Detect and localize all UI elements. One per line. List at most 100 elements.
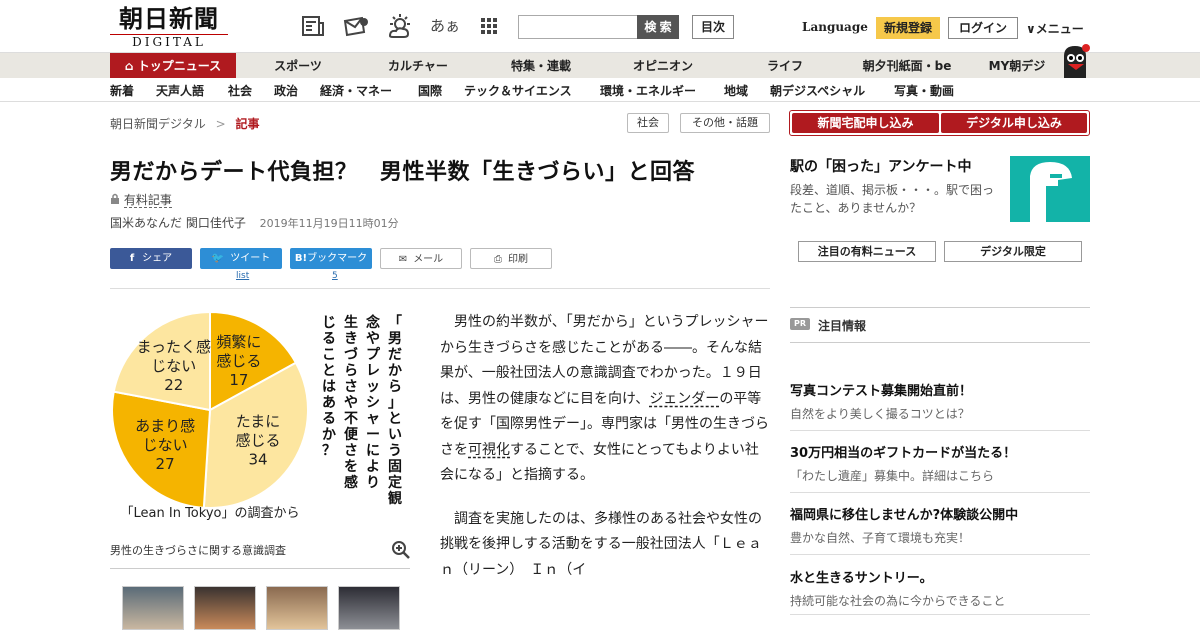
thumbnail-photo[interactable] xyxy=(266,586,328,630)
nav-photo-video[interactable]: 写真・動画 xyxy=(894,82,954,99)
newspaper-icon[interactable] xyxy=(300,14,326,38)
keyword-link-gender[interactable]: ジェンダー xyxy=(649,391,719,407)
pr-item[interactable]: 福岡県に移住しませんか?体験談公開中 豊かな自然、子育て環境も充実！ xyxy=(790,504,1090,546)
divider xyxy=(790,614,1090,615)
twitter-count[interactable]: list xyxy=(236,271,249,281)
nav-features[interactable]: 特集・連載 xyxy=(498,53,584,79)
chart-title-char: か xyxy=(322,427,336,443)
ad-title[interactable]: 駅の「困った」アンケート中 xyxy=(790,156,971,176)
pr-item[interactable]: 30万円相当のギフトカードが当たる！ 「わたし遺産」募集中。詳細はこちら xyxy=(790,442,1090,484)
nav-culture[interactable]: カルチャー xyxy=(378,53,458,79)
thumbnail-photo[interactable] xyxy=(338,586,400,630)
nav-society[interactable]: 社会 xyxy=(228,82,252,99)
divider xyxy=(790,492,1090,493)
nav-top-news[interactable]: ⌂ トップニュース xyxy=(110,53,236,79)
chart-title-char: ？ xyxy=(322,443,336,459)
paid-label-text: 有料記事 xyxy=(123,193,172,208)
chart-title-char: さ xyxy=(344,443,358,459)
hatena-bookmark-button[interactable]: B!ブックマーク xyxy=(290,248,372,269)
search-button[interactable]: 検 索 xyxy=(637,15,679,39)
nav-my-asadigi[interactable]: MY朝デジ xyxy=(982,53,1052,79)
thumbnail-photo[interactable] xyxy=(122,586,184,630)
chart-title-char: る xyxy=(322,411,336,427)
keyword-link-visualize[interactable]: 可視化 xyxy=(468,442,510,458)
nav-economy[interactable]: 経済・マネー xyxy=(320,82,392,99)
byline: 国米あなんだ 関口佳代子 2019年11月19日11時01分 xyxy=(110,214,399,231)
paid-news-button[interactable]: 注目の有料ニュース xyxy=(798,241,936,262)
pie-category-label: じない xyxy=(151,357,196,375)
figure-caption: 男性の生きづらさに関する意識調査 xyxy=(110,544,286,557)
chart-title-char: シ xyxy=(366,395,380,411)
facebook-share-button[interactable]: f シェア xyxy=(110,248,192,269)
nav-paper[interactable]: 朝夕刊紙面・be xyxy=(855,53,959,79)
zoom-icon[interactable] xyxy=(391,540,411,560)
mascot-icon[interactable] xyxy=(1058,42,1092,78)
chart-title-char: こ xyxy=(322,347,336,363)
subscribe-newspaper-button[interactable]: 新聞宅配申し込み xyxy=(792,113,939,133)
hatena-count[interactable]: 5 xyxy=(332,271,338,281)
nav-international[interactable]: 国際 xyxy=(418,82,442,99)
nav-tech-science[interactable]: テック＆サイエンス xyxy=(464,82,572,99)
subscribe-digital-button[interactable]: デジタル申し込み xyxy=(941,113,1087,133)
pie-category-label: まったく感 xyxy=(137,338,211,356)
chart-title-char: と xyxy=(322,363,336,379)
ad-image[interactable] xyxy=(1010,156,1090,222)
nav-tenseijingo[interactable]: 天声人語 xyxy=(156,82,204,99)
chart-title-char: 固 xyxy=(388,459,402,475)
lock-icon xyxy=(110,193,124,207)
paragraph: 男性の約半数が、「男だから」というプレッシャーから生きづらさを感じたことがある―… xyxy=(440,314,769,483)
chart-title-char: あ xyxy=(322,395,336,411)
chart-title-char: 」 xyxy=(388,395,402,411)
chart-title-char: か xyxy=(388,363,402,379)
tag-society[interactable]: 社会 xyxy=(627,113,669,133)
chart-title-char: 感 xyxy=(344,474,358,491)
chart-title-char: り xyxy=(366,475,380,491)
pie-category-label: 頻繁に xyxy=(216,333,261,351)
nav-new[interactable]: 新着 xyxy=(110,82,134,99)
chart-title-char: を xyxy=(344,459,358,475)
pr-item[interactable]: 水と生きるサントリー。 持続可能な社会の為に今からできること xyxy=(790,567,1090,609)
digital-only-button[interactable]: デジタル限定 xyxy=(944,241,1082,262)
breadcrumb-home[interactable]: 朝日新聞デジタル xyxy=(110,117,206,131)
divider xyxy=(790,554,1090,555)
divider xyxy=(790,430,1090,431)
logo-sub: DIGITAL xyxy=(110,34,228,49)
chart-title-char: 念 xyxy=(365,314,381,331)
breadcrumb-current: 記事 xyxy=(235,117,260,131)
primary-nav: ⌂ トップニュース スポーツ カルチャー 特集・連載 オピニオン ライフ 朝夕刊… xyxy=(0,52,1200,79)
chart-title-char: 不 xyxy=(344,411,358,427)
mail-icon[interactable] xyxy=(342,14,368,38)
subscribe-box: 新聞宅配申し込み デジタル申し込み xyxy=(789,110,1090,136)
nav-special[interactable]: 朝デジスペシャル xyxy=(770,82,865,99)
chart-title-char: や xyxy=(366,331,380,347)
mail-share-button[interactable]: ✉ メール xyxy=(380,248,462,269)
nav-environment[interactable]: 環境・エネルギー xyxy=(600,82,696,99)
pr-item[interactable]: 写真コンテスト募集開始直前！ 自然をより美しく撮るコツとは？ xyxy=(790,380,1090,422)
search-input[interactable] xyxy=(518,15,638,39)
survey-figure[interactable]: 頻繁に 感じる 17 たまに 感じる 34 あまり感 じない 27 まったく感 じない 22 「男だか… xyxy=(110,305,410,525)
nav-sports[interactable]: スポーツ xyxy=(258,53,338,79)
chart-title-char: プ xyxy=(366,347,381,363)
chart-title-char: 観 xyxy=(388,490,402,507)
chart-title-char: ー xyxy=(366,427,380,443)
weather-icon[interactable] xyxy=(386,14,412,38)
register-button[interactable]: 新規登録 xyxy=(876,17,940,39)
tag-other[interactable]: その他・話題 xyxy=(680,113,770,133)
twitter-share-button[interactable]: 🐦 ツイート xyxy=(200,248,282,269)
nav-politics[interactable]: 政治 xyxy=(274,82,298,99)
login-button[interactable]: ログイン xyxy=(948,17,1018,39)
asahi-logo[interactable]: 朝日新聞 DIGITAL xyxy=(110,6,228,49)
language-link[interactable]: Language xyxy=(802,20,868,34)
thumbnail-photo[interactable] xyxy=(194,586,256,630)
menu-button[interactable]: ∨メニュー xyxy=(1026,20,1084,37)
print-button[interactable]: ⎙ 印刷 xyxy=(470,248,552,269)
nav-region[interactable]: 地域 xyxy=(724,82,748,99)
chart-source: 「Lean In Tokyo」の調査から xyxy=(121,506,300,521)
font-size-icon[interactable]: あぁ xyxy=(430,14,460,38)
nav-life[interactable]: ライフ xyxy=(750,53,820,79)
nav-opinion[interactable]: オピニオン xyxy=(620,53,706,79)
toc-button[interactable]: 目次 xyxy=(692,15,734,39)
twitter-icon: 🐦 xyxy=(211,253,225,264)
grid-menu-icon[interactable] xyxy=(476,14,502,38)
breadcrumb-separator: > xyxy=(215,117,226,131)
